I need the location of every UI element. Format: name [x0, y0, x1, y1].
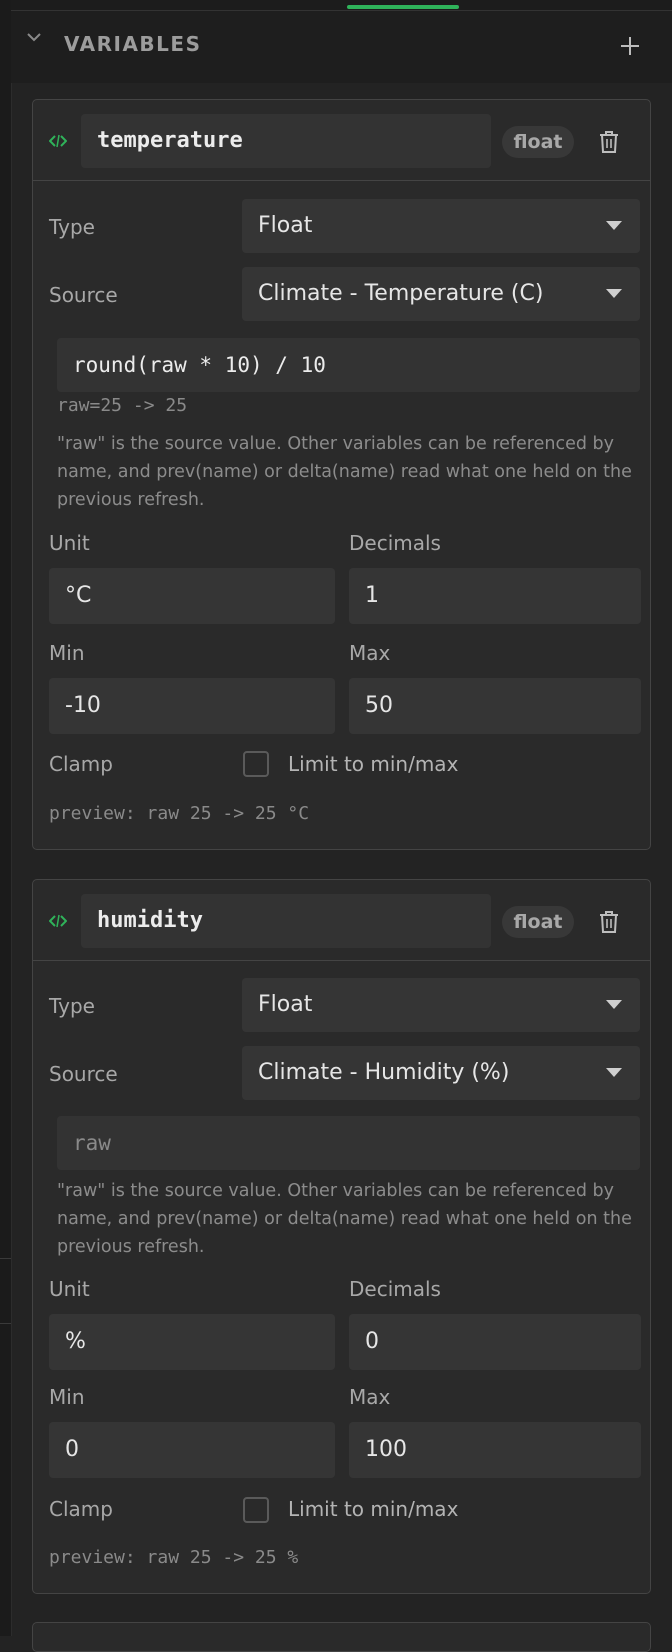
clamp-checkbox-label[interactable]: Limit to min/max — [288, 752, 458, 776]
type-select-value: Float — [258, 992, 313, 1017]
decimals-label: Decimals — [349, 531, 441, 555]
decimals-input[interactable]: 0 — [349, 1314, 641, 1370]
source-select[interactable]: Climate - Temperature (C) — [242, 267, 640, 321]
max-label: Max — [349, 1385, 391, 1409]
min-input[interactable]: -10 — [49, 678, 335, 734]
type-select[interactable]: Float — [242, 199, 640, 253]
decimals-label: Decimals — [349, 1277, 441, 1301]
source-select[interactable]: Climate - Humidity (%) — [242, 1046, 640, 1100]
type-badge: float — [502, 906, 574, 938]
type-select-value: Float — [258, 213, 313, 238]
variable-card-header: temperature float — [33, 100, 650, 181]
source-select-value: Climate - Humidity (%) — [258, 1060, 510, 1085]
source-label: Source — [49, 283, 118, 307]
caret-down-icon — [606, 221, 622, 230]
type-label: Type — [49, 994, 95, 1018]
decimals-input[interactable]: 1 — [349, 568, 641, 624]
clamp-checkbox[interactable] — [243, 1497, 269, 1523]
caret-down-icon — [606, 1000, 622, 1009]
plus-icon[interactable] — [618, 34, 642, 58]
variable-card-humidity: humidity float Type Float Source Climate… — [32, 879, 651, 1594]
max-input[interactable]: 100 — [349, 1422, 641, 1478]
trash-icon[interactable] — [598, 130, 620, 154]
type-label: Type — [49, 215, 95, 239]
variable-name-input[interactable]: humidity — [81, 894, 491, 948]
min-input[interactable]: 0 — [49, 1422, 335, 1478]
min-label: Min — [49, 1385, 85, 1409]
section-title: VARIABLES — [64, 32, 202, 56]
expression-input[interactable]: round(raw * 10) / 10 — [57, 338, 640, 392]
caret-down-icon — [606, 1068, 622, 1077]
source-select-value: Climate - Temperature (C) — [258, 281, 544, 306]
unit-input[interactable]: °C — [49, 568, 335, 624]
caret-down-icon — [606, 289, 622, 298]
max-label: Max — [349, 641, 391, 665]
max-input[interactable]: 50 — [349, 678, 641, 734]
unit-label: Unit — [49, 531, 90, 555]
active-tab-indicator[interactable] — [347, 5, 459, 9]
trash-icon[interactable] — [598, 910, 620, 934]
variable-card-header: humidity float — [33, 880, 650, 961]
clamp-checkbox-label[interactable]: Limit to min/max — [288, 1497, 458, 1521]
variable-card-temperature: temperature float Type Float Source Clim… — [32, 99, 651, 850]
unit-label: Unit — [49, 1277, 90, 1301]
source-label: Source — [49, 1062, 118, 1086]
type-badge: float — [502, 126, 574, 158]
expression-help-text: "raw" is the source value. Other variabl… — [57, 434, 632, 510]
gutter-divider — [0, 1258, 11, 1259]
variable-name-input[interactable]: temperature — [81, 114, 491, 168]
code-icon — [49, 134, 67, 148]
left-gutter — [0, 0, 12, 1636]
clamp-label: Clamp — [49, 752, 113, 776]
expression-help-text: "raw" is the source value. Other variabl… — [57, 1181, 632, 1257]
clamp-checkbox[interactable] — [243, 751, 269, 777]
expression-input[interactable]: raw — [57, 1116, 640, 1170]
expression-result: raw=25 -> 25 — [57, 395, 188, 416]
type-select[interactable]: Float — [242, 978, 640, 1032]
code-icon — [49, 914, 67, 928]
clamp-label: Clamp — [49, 1497, 113, 1521]
preview-text: preview: raw 25 -> 25 °C — [49, 803, 310, 824]
tab-strip — [11, 0, 672, 11]
gutter-divider — [0, 1323, 11, 1324]
chevron-down-icon[interactable] — [24, 27, 44, 47]
unit-input[interactable]: % — [49, 1314, 335, 1370]
preview-text: preview: raw 25 -> 25 % — [49, 1547, 299, 1568]
variable-card-partial — [32, 1622, 651, 1652]
min-label: Min — [49, 641, 85, 665]
